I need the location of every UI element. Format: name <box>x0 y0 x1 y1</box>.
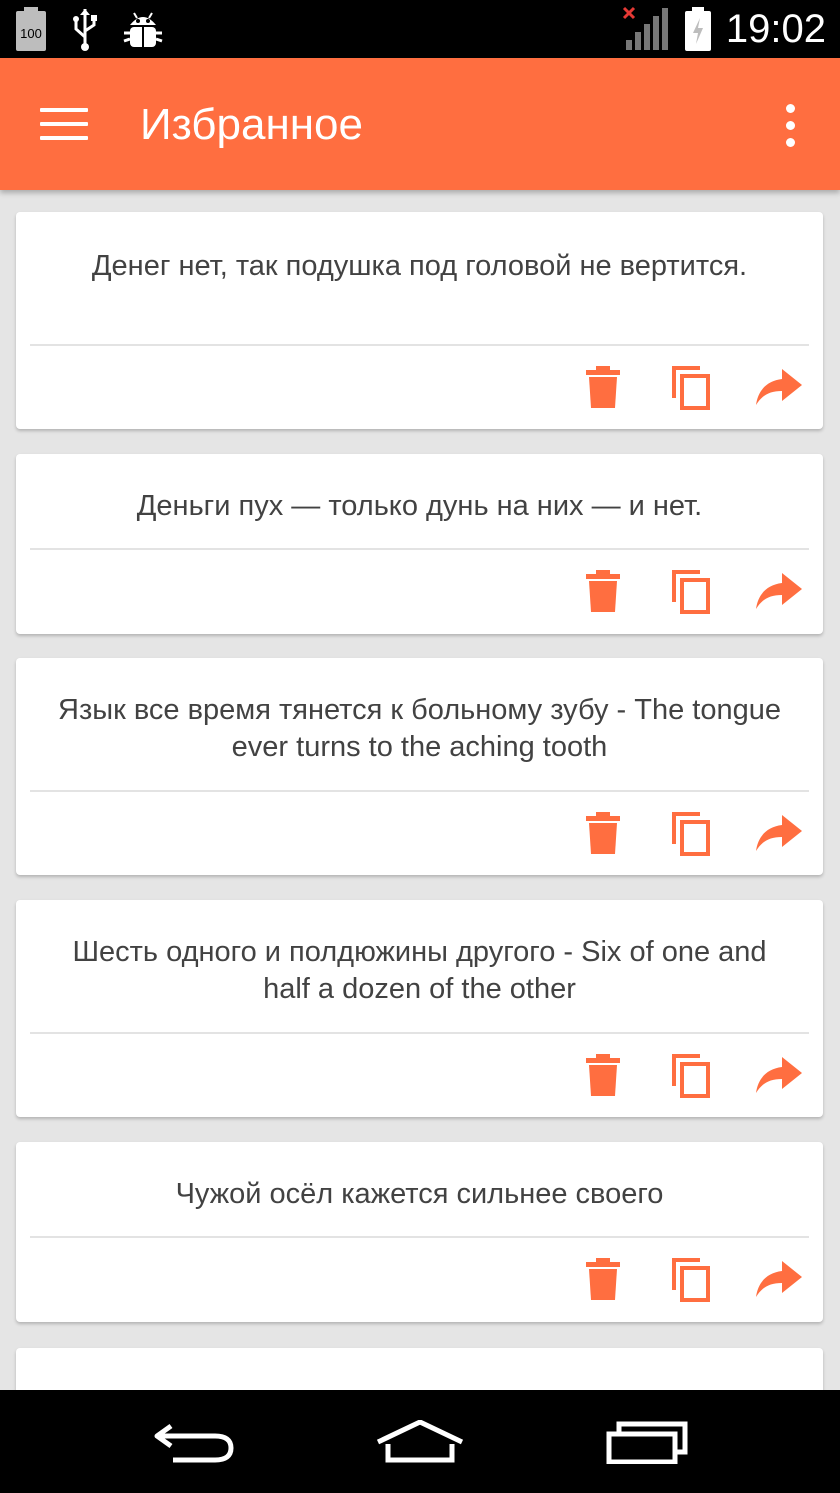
share-button[interactable] <box>755 1053 803 1101</box>
favorite-card: Шесть одного и полдюжины другого - Six o… <box>16 900 823 1117</box>
delete-button[interactable] <box>579 811 627 859</box>
battery-level-text: 100 <box>20 26 42 41</box>
copy-button[interactable] <box>667 811 715 859</box>
favorite-card: Язык все время тянется к больному зубу -… <box>16 658 823 875</box>
card-divider <box>30 344 809 346</box>
battery-charging-icon <box>684 6 712 52</box>
copy-button[interactable] <box>667 365 715 413</box>
card-divider <box>30 1236 809 1238</box>
copy-icon <box>670 1052 712 1103</box>
share-icon <box>756 368 802 410</box>
copy-button[interactable] <box>667 1053 715 1101</box>
share-button[interactable] <box>755 1257 803 1305</box>
delete-button[interactable] <box>579 1053 627 1101</box>
favorites-list[interactable]: Денег нет, так подушка под головой не ве… <box>0 190 840 1390</box>
card-text: Чужой осёл кажется сильнее своего <box>175 1178 664 1210</box>
copy-button[interactable] <box>667 569 715 617</box>
delete-icon <box>586 569 620 617</box>
hamburger-menu-icon[interactable] <box>40 106 90 142</box>
card-text: Денег нет, так подушка под головой не ве… <box>91 250 748 282</box>
app-bar: Избранное <box>0 58 840 190</box>
more-vert-icon[interactable] <box>780 102 800 150</box>
battery-icon: 100 <box>14 6 48 52</box>
copy-button[interactable] <box>667 1257 715 1305</box>
copy-icon <box>670 810 712 861</box>
usb-icon <box>70 7 100 51</box>
share-icon <box>756 1260 802 1302</box>
status-bar: 100 19:02 <box>0 0 840 58</box>
share-icon <box>756 572 802 614</box>
copy-icon <box>670 364 712 415</box>
favorite-card: Денег нет, так подушка под головой не ве… <box>16 212 823 429</box>
clock: 19:02 <box>725 6 826 51</box>
card-text: Шесть одного и полдюжины другого - Six o… <box>72 936 767 1005</box>
share-icon <box>756 1056 802 1098</box>
card-text: Деньги пух — только дунь на них — и нет. <box>136 490 703 522</box>
copy-icon <box>670 568 712 619</box>
card-divider <box>30 1032 809 1034</box>
share-button[interactable] <box>755 569 803 617</box>
share-button[interactable] <box>755 811 803 859</box>
copy-icon <box>670 1256 712 1307</box>
delete-button[interactable] <box>579 569 627 617</box>
share-button[interactable] <box>755 365 803 413</box>
favorite-card: Деньги пух — только дунь на них — и нет. <box>16 454 823 634</box>
delete-icon <box>586 365 620 413</box>
recents-icon[interactable] <box>604 1412 690 1472</box>
card-text: Язык все время тянется к больному зубу -… <box>58 694 781 763</box>
home-icon[interactable] <box>372 1412 468 1472</box>
delete-button[interactable] <box>579 365 627 413</box>
delete-icon <box>586 1053 620 1101</box>
share-icon <box>756 814 802 856</box>
delete-icon <box>586 1257 620 1305</box>
card-divider <box>30 548 809 550</box>
delete-button[interactable] <box>579 1257 627 1305</box>
card-divider <box>30 790 809 792</box>
favorite-card <box>16 1348 823 1390</box>
signal-no-service-icon <box>622 6 670 52</box>
android-debug-icon <box>122 7 164 51</box>
navigation-bar <box>0 1390 840 1493</box>
delete-icon <box>586 811 620 859</box>
favorite-card: Чужой осёл кажется сильнее своего <box>16 1142 823 1322</box>
page-title: Избранное <box>140 100 363 149</box>
back-icon[interactable] <box>150 1412 240 1472</box>
